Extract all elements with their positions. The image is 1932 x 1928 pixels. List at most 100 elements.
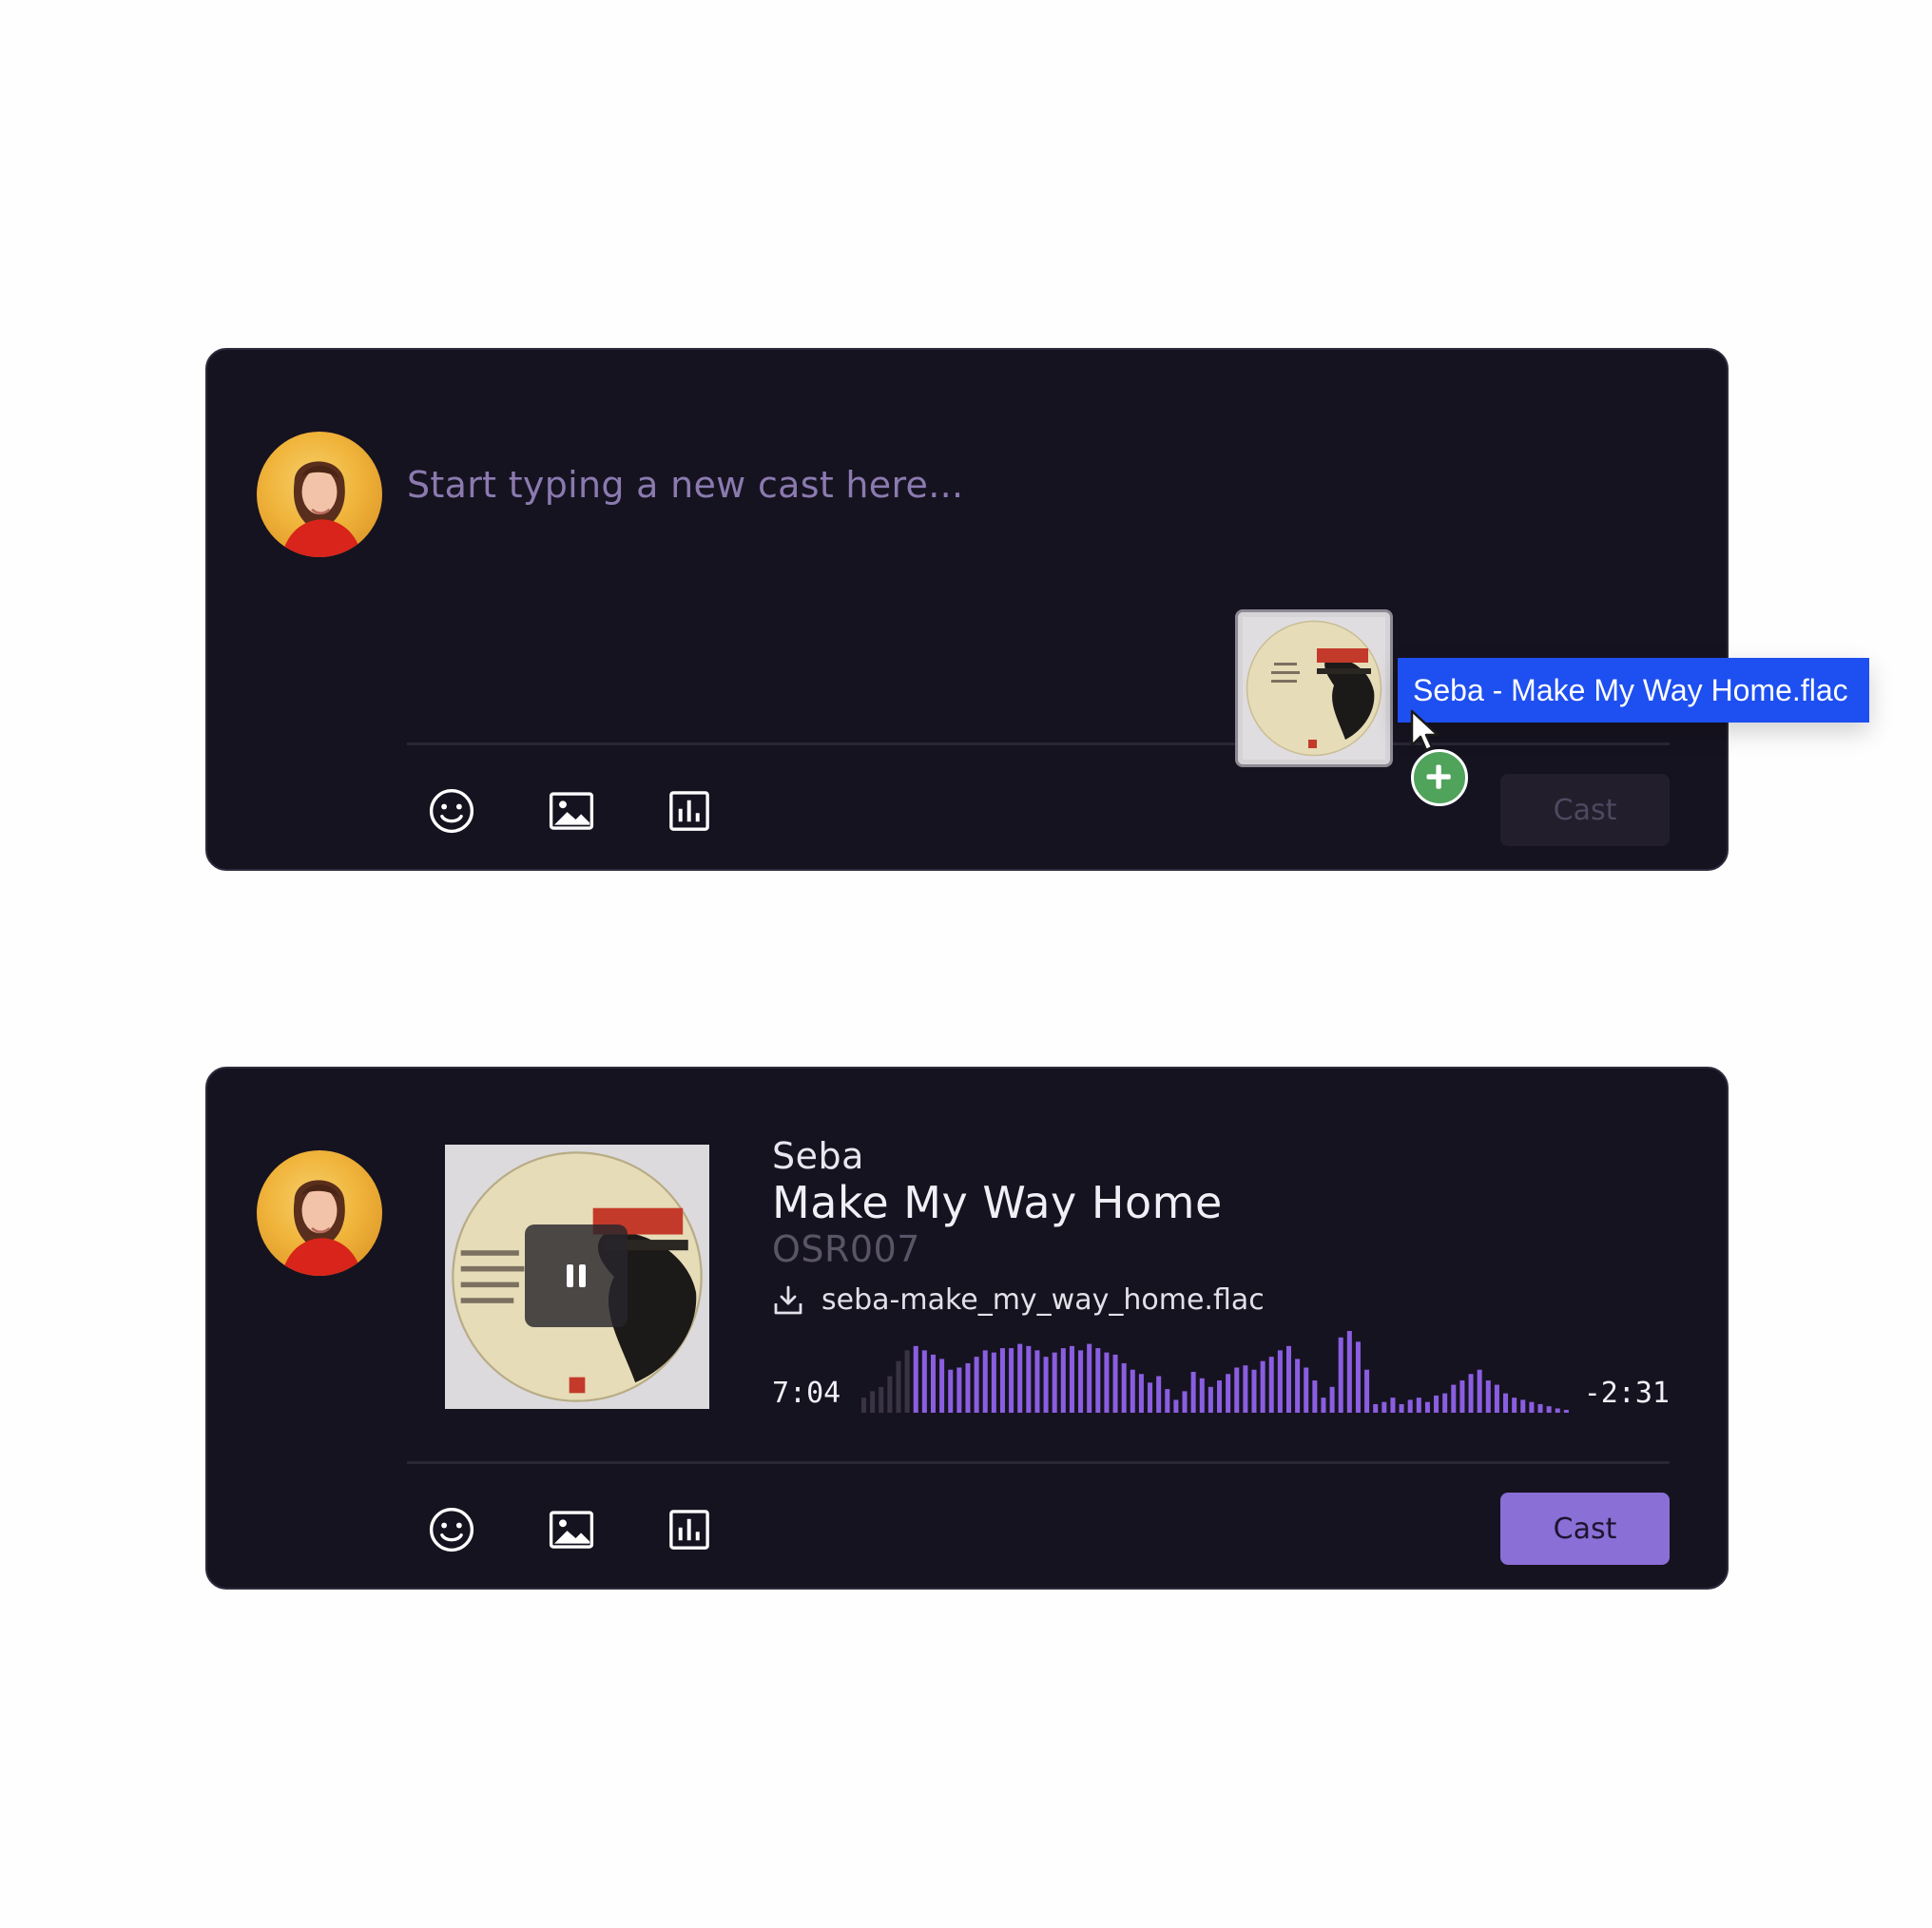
waveform-bar	[1173, 1399, 1179, 1413]
waveform-bar	[1416, 1398, 1421, 1413]
waveform-bar	[1381, 1401, 1387, 1413]
waveform-bar	[1182, 1391, 1188, 1413]
waveform-bar	[1512, 1398, 1517, 1413]
waveform-bar	[1095, 1348, 1101, 1413]
cast-button[interactable]: Cast	[1500, 1493, 1670, 1565]
pause-button[interactable]	[525, 1224, 628, 1327]
waveform-bar	[1268, 1357, 1274, 1413]
waveform-bar	[1226, 1374, 1231, 1413]
waveform-bar	[1390, 1398, 1396, 1413]
waveform-bar	[1364, 1369, 1370, 1413]
waveform-bar	[1034, 1350, 1040, 1413]
waveform-bar	[1520, 1399, 1526, 1413]
waveform-bar	[1399, 1403, 1404, 1413]
download-icon	[774, 1285, 802, 1314]
waveform-bar	[1208, 1386, 1213, 1413]
waveform-bar	[1009, 1348, 1014, 1413]
waveform-bar	[1165, 1389, 1170, 1413]
waveform-bar	[1459, 1380, 1465, 1413]
audio-waveform-scrubber[interactable]	[861, 1325, 1573, 1413]
poll-chart-icon[interactable]	[664, 785, 715, 837]
image-icon[interactable]	[546, 1504, 597, 1555]
waveform-bar	[1434, 1395, 1439, 1413]
avatar-portrait-icon	[281, 1180, 362, 1276]
plus-icon	[1411, 749, 1468, 806]
track-title: Make My Way Home	[772, 1177, 1223, 1228]
waveform-bar	[1529, 1401, 1535, 1413]
waveform-bar	[1285, 1345, 1291, 1413]
waveform-bar	[913, 1345, 918, 1413]
waveform-bar	[1069, 1345, 1074, 1413]
vinyl-record-icon	[1243, 617, 1385, 760]
dragged-file-label: Seba - Make My Way Home.flac	[1398, 658, 1869, 723]
track-filename: seba-make_my_way_home.flac	[821, 1283, 1265, 1317]
waveform-bar	[887, 1376, 893, 1413]
waveform-bar	[921, 1350, 927, 1413]
waveform-bar	[1138, 1374, 1144, 1413]
waveform-bar	[1477, 1369, 1482, 1413]
waveform-bar	[1407, 1399, 1413, 1413]
waveform-bar	[948, 1369, 954, 1413]
waveform-bar	[1217, 1380, 1223, 1413]
waveform-bar	[982, 1350, 988, 1413]
waveform-icon	[861, 1331, 1569, 1413]
waveform-bar	[1121, 1362, 1127, 1413]
waveform-bar	[1052, 1352, 1057, 1413]
cast-text-input[interactable]: Start typing a new cast here...	[407, 464, 963, 506]
waveform-bar	[1277, 1350, 1283, 1413]
waveform-bar	[904, 1350, 910, 1413]
waveform-bar	[1321, 1398, 1326, 1413]
emoji-icon[interactable]	[426, 785, 477, 837]
waveform-bar	[1468, 1374, 1474, 1413]
waveform-bar	[1555, 1408, 1560, 1413]
album-artwork	[445, 1145, 709, 1409]
waveform-bar	[879, 1386, 884, 1413]
waveform-bar	[1043, 1357, 1049, 1413]
waveform-bar	[1190, 1372, 1196, 1413]
remaining-time: -2:31	[1583, 1377, 1670, 1410]
composer-divider	[407, 742, 1670, 745]
waveform-bar	[896, 1360, 901, 1413]
waveform-bar	[965, 1362, 971, 1413]
user-avatar[interactable]	[257, 432, 382, 557]
waveform-bar	[1329, 1386, 1335, 1413]
waveform-bar	[1017, 1343, 1023, 1413]
waveform-bar	[1494, 1384, 1499, 1413]
waveform-bar	[1251, 1369, 1257, 1413]
waveform-bar	[1442, 1393, 1448, 1413]
arrow-cursor-icon	[1410, 709, 1439, 752]
waveform-bar	[1346, 1331, 1352, 1413]
waveform-bar	[1546, 1406, 1552, 1413]
download-file-link[interactable]: seba-make_my_way_home.flac	[772, 1283, 1265, 1317]
waveform-bar	[999, 1348, 1005, 1413]
waveform-bar	[1104, 1352, 1110, 1413]
waveform-bar	[1355, 1341, 1361, 1413]
waveform-bar	[1026, 1345, 1032, 1413]
waveform-bar	[1112, 1354, 1118, 1413]
track-catalog-code: OSR007	[772, 1228, 920, 1270]
waveform-bar	[861, 1398, 867, 1413]
waveform-bar	[1485, 1380, 1491, 1413]
user-avatar[interactable]	[257, 1150, 382, 1276]
waveform-bar	[1060, 1348, 1066, 1413]
waveform-bar	[1243, 1365, 1248, 1413]
waveform-bar	[1295, 1359, 1301, 1413]
track-artist: Seba	[772, 1135, 864, 1177]
emoji-icon[interactable]	[426, 1504, 477, 1555]
waveform-bar	[1304, 1367, 1309, 1413]
avatar-portrait-icon	[281, 461, 362, 557]
image-icon[interactable]	[546, 785, 597, 837]
waveform-bar	[1338, 1337, 1343, 1413]
poll-chart-icon[interactable]	[664, 1504, 715, 1555]
waveform-bar	[1130, 1369, 1135, 1413]
waveform-bar	[1451, 1384, 1457, 1413]
cast-button-disabled[interactable]: Cast	[1500, 774, 1670, 846]
waveform-bar	[1503, 1393, 1509, 1413]
cast-composer-with-track: Seba Make My Way Home OSR007 seba-make_m…	[205, 1067, 1729, 1590]
waveform-bar	[1078, 1350, 1084, 1413]
waveform-bar	[1199, 1378, 1205, 1413]
waveform-bar	[1156, 1376, 1162, 1413]
waveform-bar	[991, 1352, 996, 1413]
waveform-bar	[1424, 1401, 1430, 1413]
waveform-bar	[1234, 1367, 1240, 1413]
